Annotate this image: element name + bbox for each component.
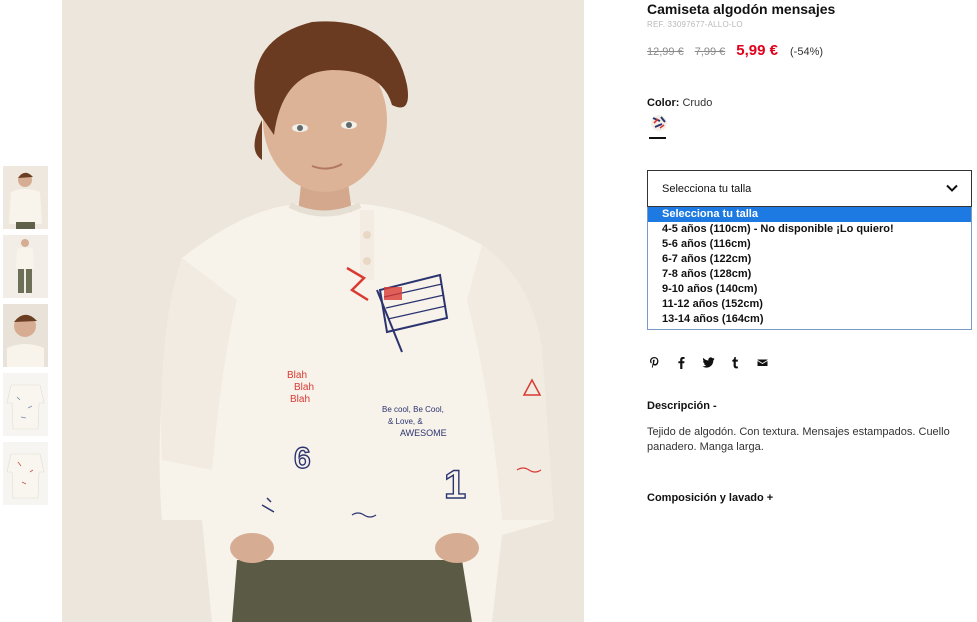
thumbnail-3[interactable]	[3, 304, 48, 367]
color-section: Color: Crudo	[647, 97, 973, 139]
product-reference: REF. 33097677-ALLO-LO	[647, 20, 743, 29]
facebook-icon[interactable]	[675, 356, 688, 369]
price-previous: 7,99 €	[694, 46, 726, 58]
twitter-icon[interactable]	[702, 356, 715, 369]
size-option[interactable]: 7-8 años (128cm)	[648, 267, 971, 282]
price-original: 12,99 €	[647, 46, 684, 58]
size-option[interactable]: 11-12 años (152cm)	[648, 297, 971, 312]
svg-text:Be cool, Be Cool,: Be cool, Be Cool,	[382, 405, 444, 414]
svg-text:& Love, &: & Love, &	[388, 417, 423, 426]
description-text: Tejido de algodón. Con textura. Mensajes…	[647, 426, 950, 453]
product-info-panel: Camiseta algodón mensajes REF. 33097677-…	[647, 0, 973, 504]
product-title: Camiseta algodón mensajes	[647, 1, 836, 17]
size-option[interactable]: 13-14 años (164cm)	[648, 312, 971, 327]
svg-text:AWESOME: AWESOME	[400, 428, 447, 438]
svg-text:Blah: Blah	[290, 394, 310, 405]
svg-text:Blah: Blah	[294, 382, 314, 393]
size-select[interactable]: Selecciona tu talla	[647, 170, 972, 207]
thumbnail-1[interactable]	[3, 166, 48, 229]
size-option[interactable]: 6-7 años (122cm)	[648, 252, 971, 267]
swatch-selected-indicator	[649, 137, 666, 139]
size-option[interactable]: 9-10 años (140cm)	[648, 282, 971, 297]
thumbnail-strip	[3, 166, 48, 511]
composition-toggle[interactable]: Composición y lavado +	[647, 492, 973, 504]
tumblr-icon[interactable]	[729, 356, 742, 369]
size-select-value: Selecciona tu talla	[662, 182, 752, 195]
chevron-down-icon	[946, 183, 958, 195]
size-option[interactable]: 4-5 años (110cm) - No disponible ¡Lo qui…	[648, 222, 971, 237]
share-icons	[647, 356, 973, 369]
thumbnail-4[interactable]	[3, 373, 48, 436]
svg-text:1: 1	[444, 463, 466, 507]
svg-text:Blah: Blah	[287, 370, 307, 381]
color-label: Color:	[647, 97, 680, 109]
email-icon[interactable]	[756, 356, 769, 369]
color-value: Crudo	[682, 97, 713, 109]
product-main-image: Blah Blah Blah Be cool, Be Cool, & Love,…	[62, 0, 584, 622]
description-toggle[interactable]: Descripción -	[647, 400, 973, 412]
price-row: 12,99 € 7,99 € 5,99 € (-54%)	[647, 42, 973, 59]
thumbnail-2[interactable]	[3, 235, 48, 298]
discount-badge: (-54%)	[790, 46, 824, 58]
price-sale: 5,99 €	[736, 42, 779, 59]
size-option[interactable]: 5-6 años (116cm)	[648, 237, 971, 252]
size-option[interactable]: Selecciona tu talla	[648, 207, 971, 222]
color-swatch-crudo[interactable]	[651, 115, 667, 131]
size-dropdown-list: Selecciona tu talla 4-5 años (110cm) - N…	[647, 207, 972, 330]
pinterest-icon[interactable]	[648, 356, 661, 369]
thumbnail-5[interactable]	[3, 442, 48, 505]
svg-text:6: 6	[294, 442, 311, 475]
